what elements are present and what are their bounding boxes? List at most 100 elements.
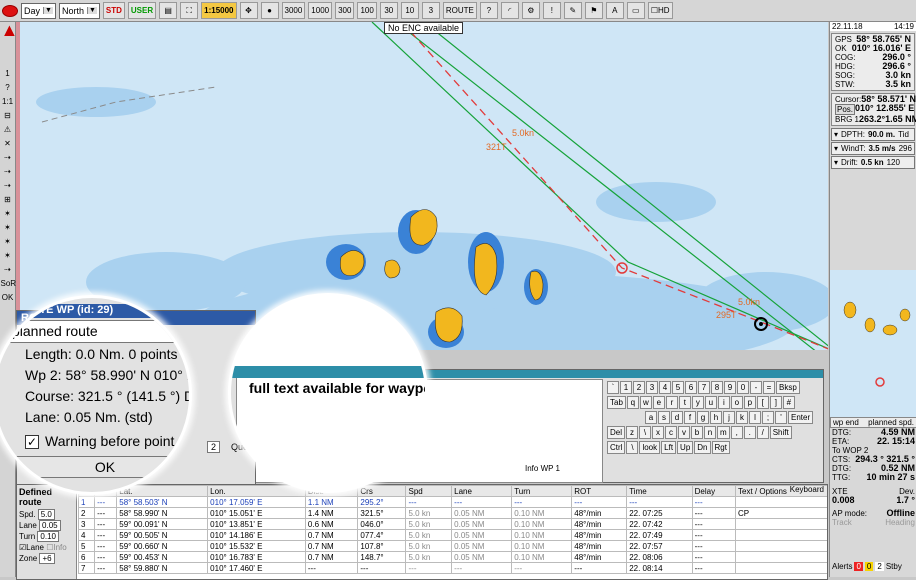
minimap[interactable] xyxy=(830,270,916,420)
key-o[interactable]: o xyxy=(730,396,743,409)
tool-1-button[interactable]: 1 xyxy=(1,69,15,79)
key-t[interactable]: t xyxy=(678,396,691,409)
key-7[interactable]: 7 xyxy=(698,381,710,394)
key-x[interactable]: [ xyxy=(756,396,769,409)
scale-button[interactable]: 1:15000 xyxy=(201,2,237,19)
drift-select[interactable]: ▾ Drift: 0.5 kn 120 xyxy=(831,156,915,169)
alert-count-yellow[interactable]: 0 xyxy=(864,562,874,571)
scale-3-button[interactable]: 3 xyxy=(421,2,440,19)
key-x[interactable]: \ xyxy=(639,426,652,439)
wind-select[interactable]: ▾ WindT: 3.5 m/s 296 xyxy=(831,142,915,155)
key-n[interactable]: n xyxy=(704,426,717,439)
tool-13-button[interactable]: ✶ xyxy=(1,237,15,247)
std-button[interactable]: STD xyxy=(102,2,125,19)
key-l[interactable]: l xyxy=(749,411,761,424)
key-ctrl[interactable]: Ctrl xyxy=(607,441,626,454)
turn-input[interactable]: 0.10 xyxy=(37,531,59,542)
ok-button[interactable]: OK xyxy=(5,456,189,478)
chart-map[interactable]: 5.0kn 321T 5.0kn 295T No ENC available xyxy=(16,22,828,350)
pencil-icon[interactable]: ✎ xyxy=(563,2,582,19)
key-6[interactable]: 6 xyxy=(685,381,697,394)
scale-100-button[interactable]: 100 xyxy=(357,2,377,19)
table-row[interactable]: 1 --- 58° 58.503' N 010° 17.059' E 1.1 NM 295… xyxy=(77,496,827,508)
tool-3-button[interactable]: 1:1 xyxy=(1,97,15,107)
route-name-field[interactable]: planned route xyxy=(9,320,189,343)
hd-checkbox[interactable]: ☐ HD xyxy=(647,2,673,19)
tool-15-button[interactable]: ⇢ xyxy=(1,265,15,275)
key-x[interactable]: \ xyxy=(626,441,639,454)
key-8[interactable]: 8 xyxy=(711,381,723,394)
key-x[interactable]: - xyxy=(750,381,762,394)
heading-button[interactable]: Heading xyxy=(885,518,915,527)
scale-300-button[interactable]: 300 xyxy=(335,2,355,19)
tool-12-button[interactable]: ✶ xyxy=(1,223,15,233)
key-lft[interactable]: Lft xyxy=(661,441,677,454)
key-1[interactable]: 1 xyxy=(620,381,632,394)
key-2[interactable]: 2 xyxy=(633,381,645,394)
key-enter[interactable]: Enter xyxy=(788,411,814,424)
key-rgt[interactable]: Rgt xyxy=(711,441,730,454)
depth-select[interactable]: ▾ DPTH: 90.0 m. Tid xyxy=(831,128,915,141)
scale-30-button[interactable]: 30 xyxy=(379,2,398,19)
help-icon[interactable]: ? xyxy=(479,2,498,19)
stby-label[interactable]: Stby xyxy=(886,562,902,571)
tool-9-button[interactable]: ⇢ xyxy=(1,181,15,191)
key-h[interactable]: h xyxy=(710,411,722,424)
track-button[interactable]: Track xyxy=(832,518,852,527)
key-r[interactable]: r xyxy=(665,396,678,409)
key-m[interactable]: m xyxy=(717,426,730,439)
key-u[interactable]: u xyxy=(704,396,717,409)
scale-10-button[interactable]: 10 xyxy=(400,2,419,19)
key-v[interactable]: v xyxy=(678,426,691,439)
key-x[interactable]: , xyxy=(730,426,743,439)
planned-spd-tab[interactable]: planned spd. xyxy=(868,418,914,427)
table-row[interactable]: 5 --- 59° 00.660' N 010° 15.532' E 0.7 NM 107… xyxy=(77,540,827,552)
key-tab[interactable]: Tab xyxy=(607,396,626,409)
tool-4-button[interactable]: ⊟ xyxy=(1,111,15,121)
tool-2-button[interactable]: ? xyxy=(1,83,15,93)
alarm-icon[interactable]: ⚙ xyxy=(521,2,540,19)
keyboard-button[interactable]: Keyboard xyxy=(790,485,824,494)
folder-icon[interactable]: ▭ xyxy=(626,2,645,19)
key-del[interactable]: Del xyxy=(607,426,626,439)
key-f[interactable]: f xyxy=(684,411,696,424)
key-x[interactable]: ' xyxy=(775,411,787,424)
key-up[interactable]: Up xyxy=(677,441,694,454)
layer-icon[interactable]: ▤ xyxy=(159,2,178,19)
route-button[interactable]: ROUTE xyxy=(442,2,477,19)
pos-button[interactable]: Pos. xyxy=(835,104,856,115)
alert-count-white[interactable]: 2 xyxy=(875,562,884,571)
key-e[interactable]: e xyxy=(652,396,665,409)
key-x[interactable]: # xyxy=(782,396,795,409)
tool-11-button[interactable]: ✶ xyxy=(1,209,15,219)
key-w[interactable]: w xyxy=(639,396,652,409)
wp-end-tab[interactable]: wp end xyxy=(833,418,859,427)
alerts-label[interactable]: Alerts xyxy=(832,562,852,571)
key-y[interactable]: y xyxy=(691,396,704,409)
measure-icon[interactable]: ◜ xyxy=(500,2,519,19)
spd-input[interactable]: 5.0 xyxy=(37,509,55,520)
tool-6-button[interactable]: ✕ xyxy=(1,139,15,149)
key-j[interactable]: j xyxy=(723,411,735,424)
key-z[interactable]: z xyxy=(626,426,639,439)
key-k[interactable]: k xyxy=(736,411,748,424)
scale-3000-button[interactable]: 3000 xyxy=(281,2,306,19)
zone-input[interactable]: +6 xyxy=(39,553,55,564)
zoom-fit-icon[interactable]: ⛶ xyxy=(180,2,199,19)
key-x[interactable]: ] xyxy=(769,396,782,409)
tool-10-button[interactable]: ⊞ xyxy=(1,195,15,205)
key-x[interactable]: = xyxy=(763,381,775,394)
key-look[interactable]: look xyxy=(639,441,661,454)
key-x[interactable]: x xyxy=(652,426,665,439)
ok-button[interactable]: OK xyxy=(1,293,15,303)
table-row[interactable]: 2 --- 58° 58.990' N 010° 15.051' E 1.4 NM 321… xyxy=(77,507,827,519)
table-row[interactable]: 7 --- 58° 59.880' N 010° 17.460' E --- --- ---… xyxy=(77,562,827,574)
scale-1000-button[interactable]: 1000 xyxy=(308,2,333,19)
user-button[interactable]: USER xyxy=(127,2,157,19)
table-row[interactable]: 3 --- 59° 00.091' N 010° 13.851' E 0.6 NM 046… xyxy=(77,518,827,530)
alert-count-red[interactable]: 0 xyxy=(854,562,863,571)
key-s[interactable]: s xyxy=(658,411,670,424)
center-icon[interactable]: ✥ xyxy=(239,2,258,19)
key-b[interactable]: b xyxy=(691,426,704,439)
flag-icon[interactable]: ⚑ xyxy=(584,2,603,19)
